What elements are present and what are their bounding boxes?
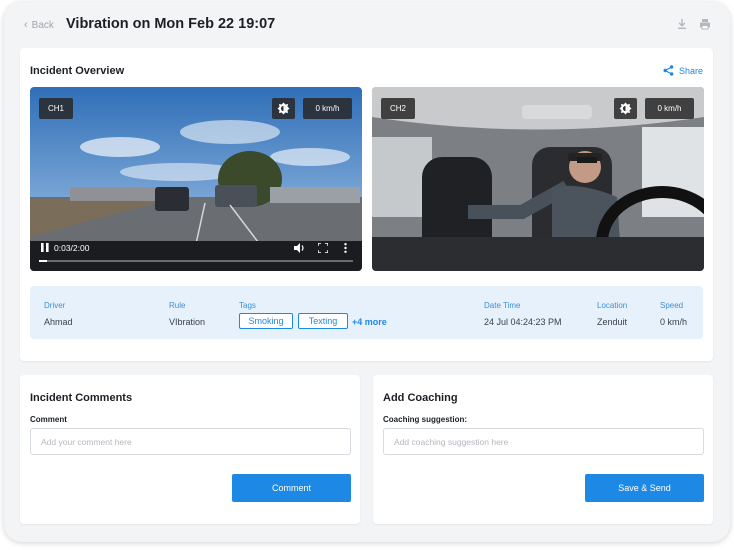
brightness-button[interactable]: [272, 98, 295, 119]
incident-overview-card: Incident Overview Share CH1 0 km/h 0:03/…: [20, 48, 713, 361]
channel-badge: CH2: [381, 98, 415, 119]
tags-label: Tags: [239, 301, 256, 310]
progress-track[interactable]: [39, 260, 353, 262]
speed-label: Speed: [660, 301, 684, 310]
pause-icon[interactable]: [41, 243, 49, 252]
add-coaching-card: Add Coaching Coaching suggestion: Add co…: [373, 375, 713, 524]
share-label: Share: [678, 65, 703, 76]
rule-label: Rule: [169, 301, 186, 310]
comment-input[interactable]: Add your comment here: [30, 428, 351, 455]
back-label: Back: [31, 19, 54, 31]
more-tags-link[interactable]: +4 more: [352, 317, 387, 327]
video-player-ch2[interactable]: CH2 0 km/h: [372, 87, 704, 271]
comment-button[interactable]: Comment: [232, 474, 351, 502]
download-icon[interactable]: [676, 18, 688, 30]
tag-chip[interactable]: Smoking: [239, 313, 293, 329]
location-value: Zenduit: [597, 317, 628, 327]
incident-comments-card: Incident Comments Comment Add your comme…: [20, 375, 360, 524]
print-icon[interactable]: [699, 18, 711, 30]
driver-value: Ahmad: [44, 317, 73, 327]
comment-field-label: Comment: [30, 415, 67, 424]
channel-badge: CH1: [39, 98, 73, 119]
driver-label: Driver: [44, 301, 66, 310]
incident-comments-title: Incident Comments: [30, 392, 133, 404]
more-options-icon[interactable]: [344, 243, 347, 253]
incident-info-strip: Driver Ahmad Rule VIbration Tags Smoking…: [30, 286, 703, 339]
tag-chip[interactable]: Texting: [298, 313, 348, 329]
share-button[interactable]: Share: [663, 65, 703, 76]
fullscreen-icon[interactable]: [318, 243, 328, 253]
page-title: Vibration on Mon Feb 22 19:07: [66, 16, 276, 32]
save-send-button[interactable]: Save & Send: [585, 474, 704, 502]
progress-fill: [39, 260, 47, 262]
speed-value: 0 km/h: [660, 317, 688, 327]
datetime-value: 24 Jul 04:24:23 PM: [484, 317, 562, 327]
share-icon: [663, 65, 674, 76]
video-controls: 0:03/2:00: [30, 237, 362, 271]
coaching-input[interactable]: Add coaching suggestion here: [383, 428, 704, 455]
speed-badge: 0 km/h: [645, 98, 694, 119]
brightness-icon: [619, 102, 632, 115]
speed-badge: 0 km/h: [303, 98, 352, 119]
chevron-left-icon: ‹: [24, 19, 28, 31]
coaching-field-label: Coaching suggestion:: [383, 415, 467, 424]
location-label: Location: [597, 301, 628, 310]
page-header: ‹ Back Vibration on Mon Feb 22 19:07: [4, 2, 730, 46]
volume-icon[interactable]: [294, 243, 305, 253]
rule-value: VIbration: [169, 317, 206, 327]
video-player-ch1[interactable]: CH1 0 km/h 0:03/2:00: [30, 87, 362, 271]
back-button[interactable]: ‹ Back: [24, 19, 54, 31]
datetime-label: Date Time: [484, 301, 521, 310]
video-time: 0:03/2:00: [54, 243, 90, 253]
app-frame: ‹ Back Vibration on Mon Feb 22 19:07 Inc…: [4, 2, 730, 542]
brightness-button[interactable]: [614, 98, 637, 119]
incident-overview-title: Incident Overview: [30, 65, 125, 77]
add-coaching-title: Add Coaching: [383, 392, 458, 404]
brightness-icon: [277, 102, 290, 115]
